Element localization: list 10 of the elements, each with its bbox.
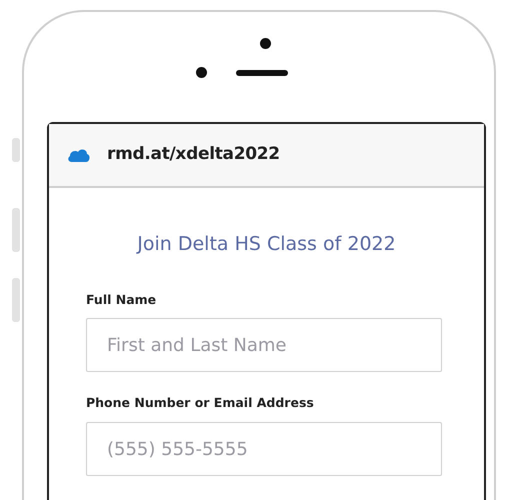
- url-text: rmd.at/xdelta2022: [107, 143, 280, 166]
- speaker-icon: [236, 70, 288, 76]
- camera-icon: [196, 67, 207, 78]
- form-title: Join Delta HS Class of 2022: [135, 232, 397, 257]
- cloud-icon: [67, 147, 91, 163]
- field-label: Phone Number or Email Address: [86, 394, 315, 412]
- field-label: Full Name: [86, 290, 158, 308]
- input-field[interactable]: (555) 555-5555: [86, 422, 442, 476]
- camera-icon: [260, 38, 271, 49]
- input-field[interactable]: First and Last Name: [86, 318, 442, 372]
